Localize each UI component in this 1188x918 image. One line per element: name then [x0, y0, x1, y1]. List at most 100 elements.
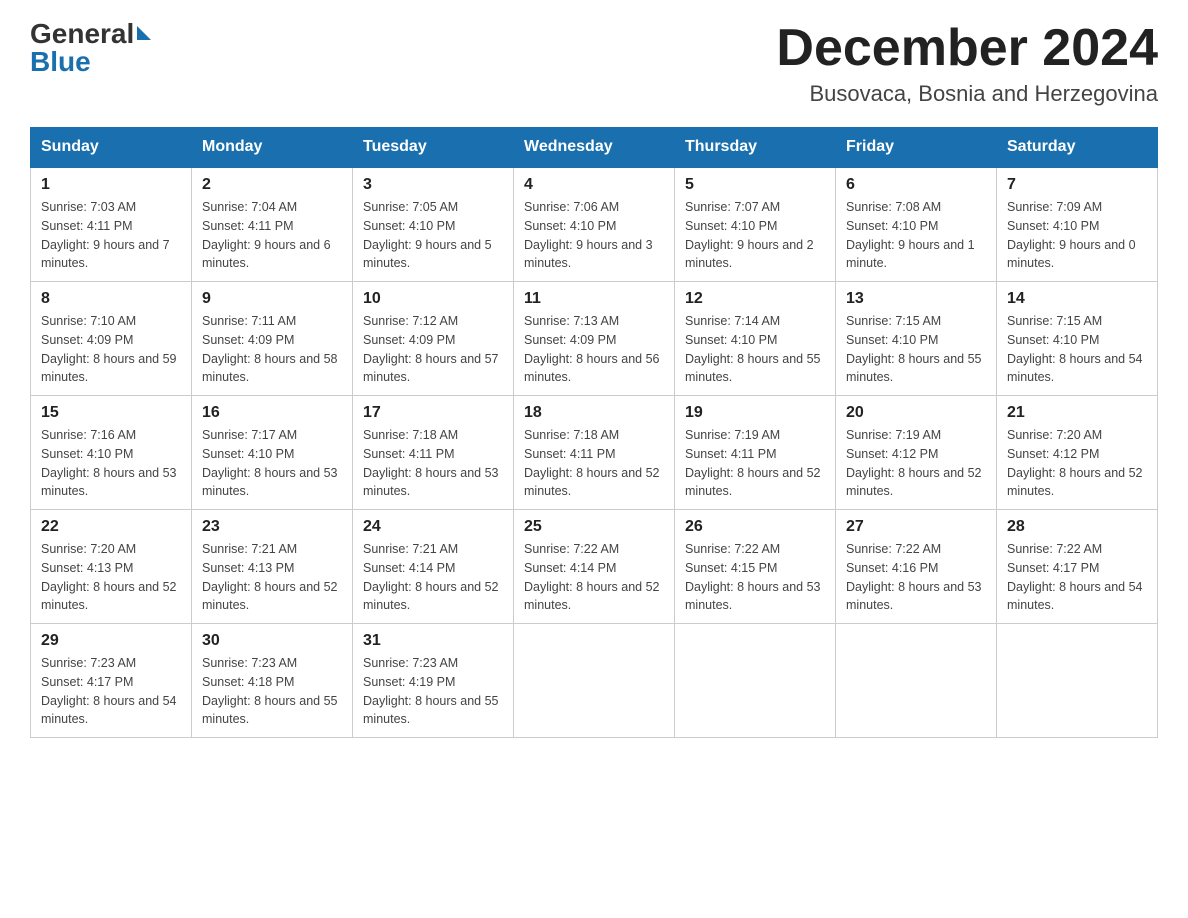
- day-info: Sunrise: 7:18 AMSunset: 4:11 PMDaylight:…: [363, 426, 503, 501]
- day-number: 16: [202, 404, 342, 422]
- table-row: 28 Sunrise: 7:22 AMSunset: 4:17 PMDaylig…: [997, 510, 1158, 624]
- table-row: 6 Sunrise: 7:08 AMSunset: 4:10 PMDayligh…: [836, 167, 997, 282]
- day-number: 1: [41, 176, 181, 194]
- day-number: 26: [685, 518, 825, 536]
- day-number: 3: [363, 176, 503, 194]
- header-thursday: Thursday: [675, 128, 836, 168]
- day-info: Sunrise: 7:19 AMSunset: 4:11 PMDaylight:…: [685, 426, 825, 501]
- day-number: 9: [202, 290, 342, 308]
- day-info: Sunrise: 7:14 AMSunset: 4:10 PMDaylight:…: [685, 312, 825, 387]
- day-info: Sunrise: 7:11 AMSunset: 4:09 PMDaylight:…: [202, 312, 342, 387]
- table-row: 1 Sunrise: 7:03 AMSunset: 4:11 PMDayligh…: [31, 167, 192, 282]
- table-row: 8 Sunrise: 7:10 AMSunset: 4:09 PMDayligh…: [31, 282, 192, 396]
- day-number: 2: [202, 176, 342, 194]
- table-row: 29 Sunrise: 7:23 AMSunset: 4:17 PMDaylig…: [31, 624, 192, 738]
- day-info: Sunrise: 7:18 AMSunset: 4:11 PMDaylight:…: [524, 426, 664, 501]
- day-number: 30: [202, 632, 342, 650]
- day-number: 11: [524, 290, 664, 308]
- table-row: 2 Sunrise: 7:04 AMSunset: 4:11 PMDayligh…: [192, 167, 353, 282]
- day-info: Sunrise: 7:05 AMSunset: 4:10 PMDaylight:…: [363, 198, 503, 273]
- day-number: 13: [846, 290, 986, 308]
- table-row: 26 Sunrise: 7:22 AMSunset: 4:15 PMDaylig…: [675, 510, 836, 624]
- table-row: 3 Sunrise: 7:05 AMSunset: 4:10 PMDayligh…: [353, 167, 514, 282]
- table-row: 31 Sunrise: 7:23 AMSunset: 4:19 PMDaylig…: [353, 624, 514, 738]
- day-info: Sunrise: 7:09 AMSunset: 4:10 PMDaylight:…: [1007, 198, 1147, 273]
- table-row: 19 Sunrise: 7:19 AMSunset: 4:11 PMDaylig…: [675, 396, 836, 510]
- table-row: [675, 624, 836, 738]
- table-row: 7 Sunrise: 7:09 AMSunset: 4:10 PMDayligh…: [997, 167, 1158, 282]
- day-info: Sunrise: 7:17 AMSunset: 4:10 PMDaylight:…: [202, 426, 342, 501]
- day-number: 4: [524, 176, 664, 194]
- day-number: 28: [1007, 518, 1147, 536]
- table-row: 11 Sunrise: 7:13 AMSunset: 4:09 PMDaylig…: [514, 282, 675, 396]
- table-row: 13 Sunrise: 7:15 AMSunset: 4:10 PMDaylig…: [836, 282, 997, 396]
- day-number: 5: [685, 176, 825, 194]
- day-info: Sunrise: 7:10 AMSunset: 4:09 PMDaylight:…: [41, 312, 181, 387]
- table-row: 16 Sunrise: 7:17 AMSunset: 4:10 PMDaylig…: [192, 396, 353, 510]
- day-info: Sunrise: 7:06 AMSunset: 4:10 PMDaylight:…: [524, 198, 664, 273]
- logo-blue-text: Blue: [30, 48, 91, 76]
- day-number: 23: [202, 518, 342, 536]
- day-info: Sunrise: 7:22 AMSunset: 4:17 PMDaylight:…: [1007, 540, 1147, 615]
- day-info: Sunrise: 7:19 AMSunset: 4:12 PMDaylight:…: [846, 426, 986, 501]
- table-row: 30 Sunrise: 7:23 AMSunset: 4:18 PMDaylig…: [192, 624, 353, 738]
- table-row: 12 Sunrise: 7:14 AMSunset: 4:10 PMDaylig…: [675, 282, 836, 396]
- day-number: 15: [41, 404, 181, 422]
- table-row: 5 Sunrise: 7:07 AMSunset: 4:10 PMDayligh…: [675, 167, 836, 282]
- table-row: 18 Sunrise: 7:18 AMSunset: 4:11 PMDaylig…: [514, 396, 675, 510]
- day-info: Sunrise: 7:04 AMSunset: 4:11 PMDaylight:…: [202, 198, 342, 273]
- table-row: 4 Sunrise: 7:06 AMSunset: 4:10 PMDayligh…: [514, 167, 675, 282]
- day-info: Sunrise: 7:13 AMSunset: 4:09 PMDaylight:…: [524, 312, 664, 387]
- table-row: [514, 624, 675, 738]
- month-title: December 2024: [776, 20, 1158, 77]
- calendar-week-row: 29 Sunrise: 7:23 AMSunset: 4:17 PMDaylig…: [31, 624, 1158, 738]
- day-number: 22: [41, 518, 181, 536]
- day-info: Sunrise: 7:08 AMSunset: 4:10 PMDaylight:…: [846, 198, 986, 273]
- day-number: 27: [846, 518, 986, 536]
- header-wednesday: Wednesday: [514, 128, 675, 168]
- day-info: Sunrise: 7:23 AMSunset: 4:18 PMDaylight:…: [202, 654, 342, 729]
- day-info: Sunrise: 7:12 AMSunset: 4:09 PMDaylight:…: [363, 312, 503, 387]
- day-info: Sunrise: 7:22 AMSunset: 4:16 PMDaylight:…: [846, 540, 986, 615]
- header-saturday: Saturday: [997, 128, 1158, 168]
- logo-general-text: General: [30, 20, 134, 48]
- day-number: 6: [846, 176, 986, 194]
- day-info: Sunrise: 7:22 AMSunset: 4:15 PMDaylight:…: [685, 540, 825, 615]
- day-info: Sunrise: 7:23 AMSunset: 4:19 PMDaylight:…: [363, 654, 503, 729]
- table-row: [836, 624, 997, 738]
- day-info: Sunrise: 7:23 AMSunset: 4:17 PMDaylight:…: [41, 654, 181, 729]
- day-number: 7: [1007, 176, 1147, 194]
- day-number: 25: [524, 518, 664, 536]
- day-number: 20: [846, 404, 986, 422]
- calendar-header-row: Sunday Monday Tuesday Wednesday Thursday…: [31, 128, 1158, 168]
- day-info: Sunrise: 7:16 AMSunset: 4:10 PMDaylight:…: [41, 426, 181, 501]
- table-row: 15 Sunrise: 7:16 AMSunset: 4:10 PMDaylig…: [31, 396, 192, 510]
- page-header: General Blue December 2024 Busovaca, Bos…: [30, 20, 1158, 107]
- logo-triangle-icon: [137, 26, 151, 40]
- table-row: 20 Sunrise: 7:19 AMSunset: 4:12 PMDaylig…: [836, 396, 997, 510]
- day-number: 12: [685, 290, 825, 308]
- day-number: 29: [41, 632, 181, 650]
- table-row: 17 Sunrise: 7:18 AMSunset: 4:11 PMDaylig…: [353, 396, 514, 510]
- table-row: [997, 624, 1158, 738]
- calendar-table: Sunday Monday Tuesday Wednesday Thursday…: [30, 127, 1158, 738]
- day-info: Sunrise: 7:15 AMSunset: 4:10 PMDaylight:…: [1007, 312, 1147, 387]
- table-row: 14 Sunrise: 7:15 AMSunset: 4:10 PMDaylig…: [997, 282, 1158, 396]
- header-friday: Friday: [836, 128, 997, 168]
- calendar-week-row: 15 Sunrise: 7:16 AMSunset: 4:10 PMDaylig…: [31, 396, 1158, 510]
- calendar-week-row: 22 Sunrise: 7:20 AMSunset: 4:13 PMDaylig…: [31, 510, 1158, 624]
- logo: General Blue: [30, 20, 151, 76]
- header-sunday: Sunday: [31, 128, 192, 168]
- table-row: 9 Sunrise: 7:11 AMSunset: 4:09 PMDayligh…: [192, 282, 353, 396]
- calendar-week-row: 8 Sunrise: 7:10 AMSunset: 4:09 PMDayligh…: [31, 282, 1158, 396]
- day-number: 10: [363, 290, 503, 308]
- day-number: 24: [363, 518, 503, 536]
- table-row: 10 Sunrise: 7:12 AMSunset: 4:09 PMDaylig…: [353, 282, 514, 396]
- table-row: 27 Sunrise: 7:22 AMSunset: 4:16 PMDaylig…: [836, 510, 997, 624]
- day-info: Sunrise: 7:21 AMSunset: 4:13 PMDaylight:…: [202, 540, 342, 615]
- day-number: 8: [41, 290, 181, 308]
- title-block: December 2024 Busovaca, Bosnia and Herze…: [776, 20, 1158, 107]
- table-row: 22 Sunrise: 7:20 AMSunset: 4:13 PMDaylig…: [31, 510, 192, 624]
- calendar-week-row: 1 Sunrise: 7:03 AMSunset: 4:11 PMDayligh…: [31, 167, 1158, 282]
- table-row: 24 Sunrise: 7:21 AMSunset: 4:14 PMDaylig…: [353, 510, 514, 624]
